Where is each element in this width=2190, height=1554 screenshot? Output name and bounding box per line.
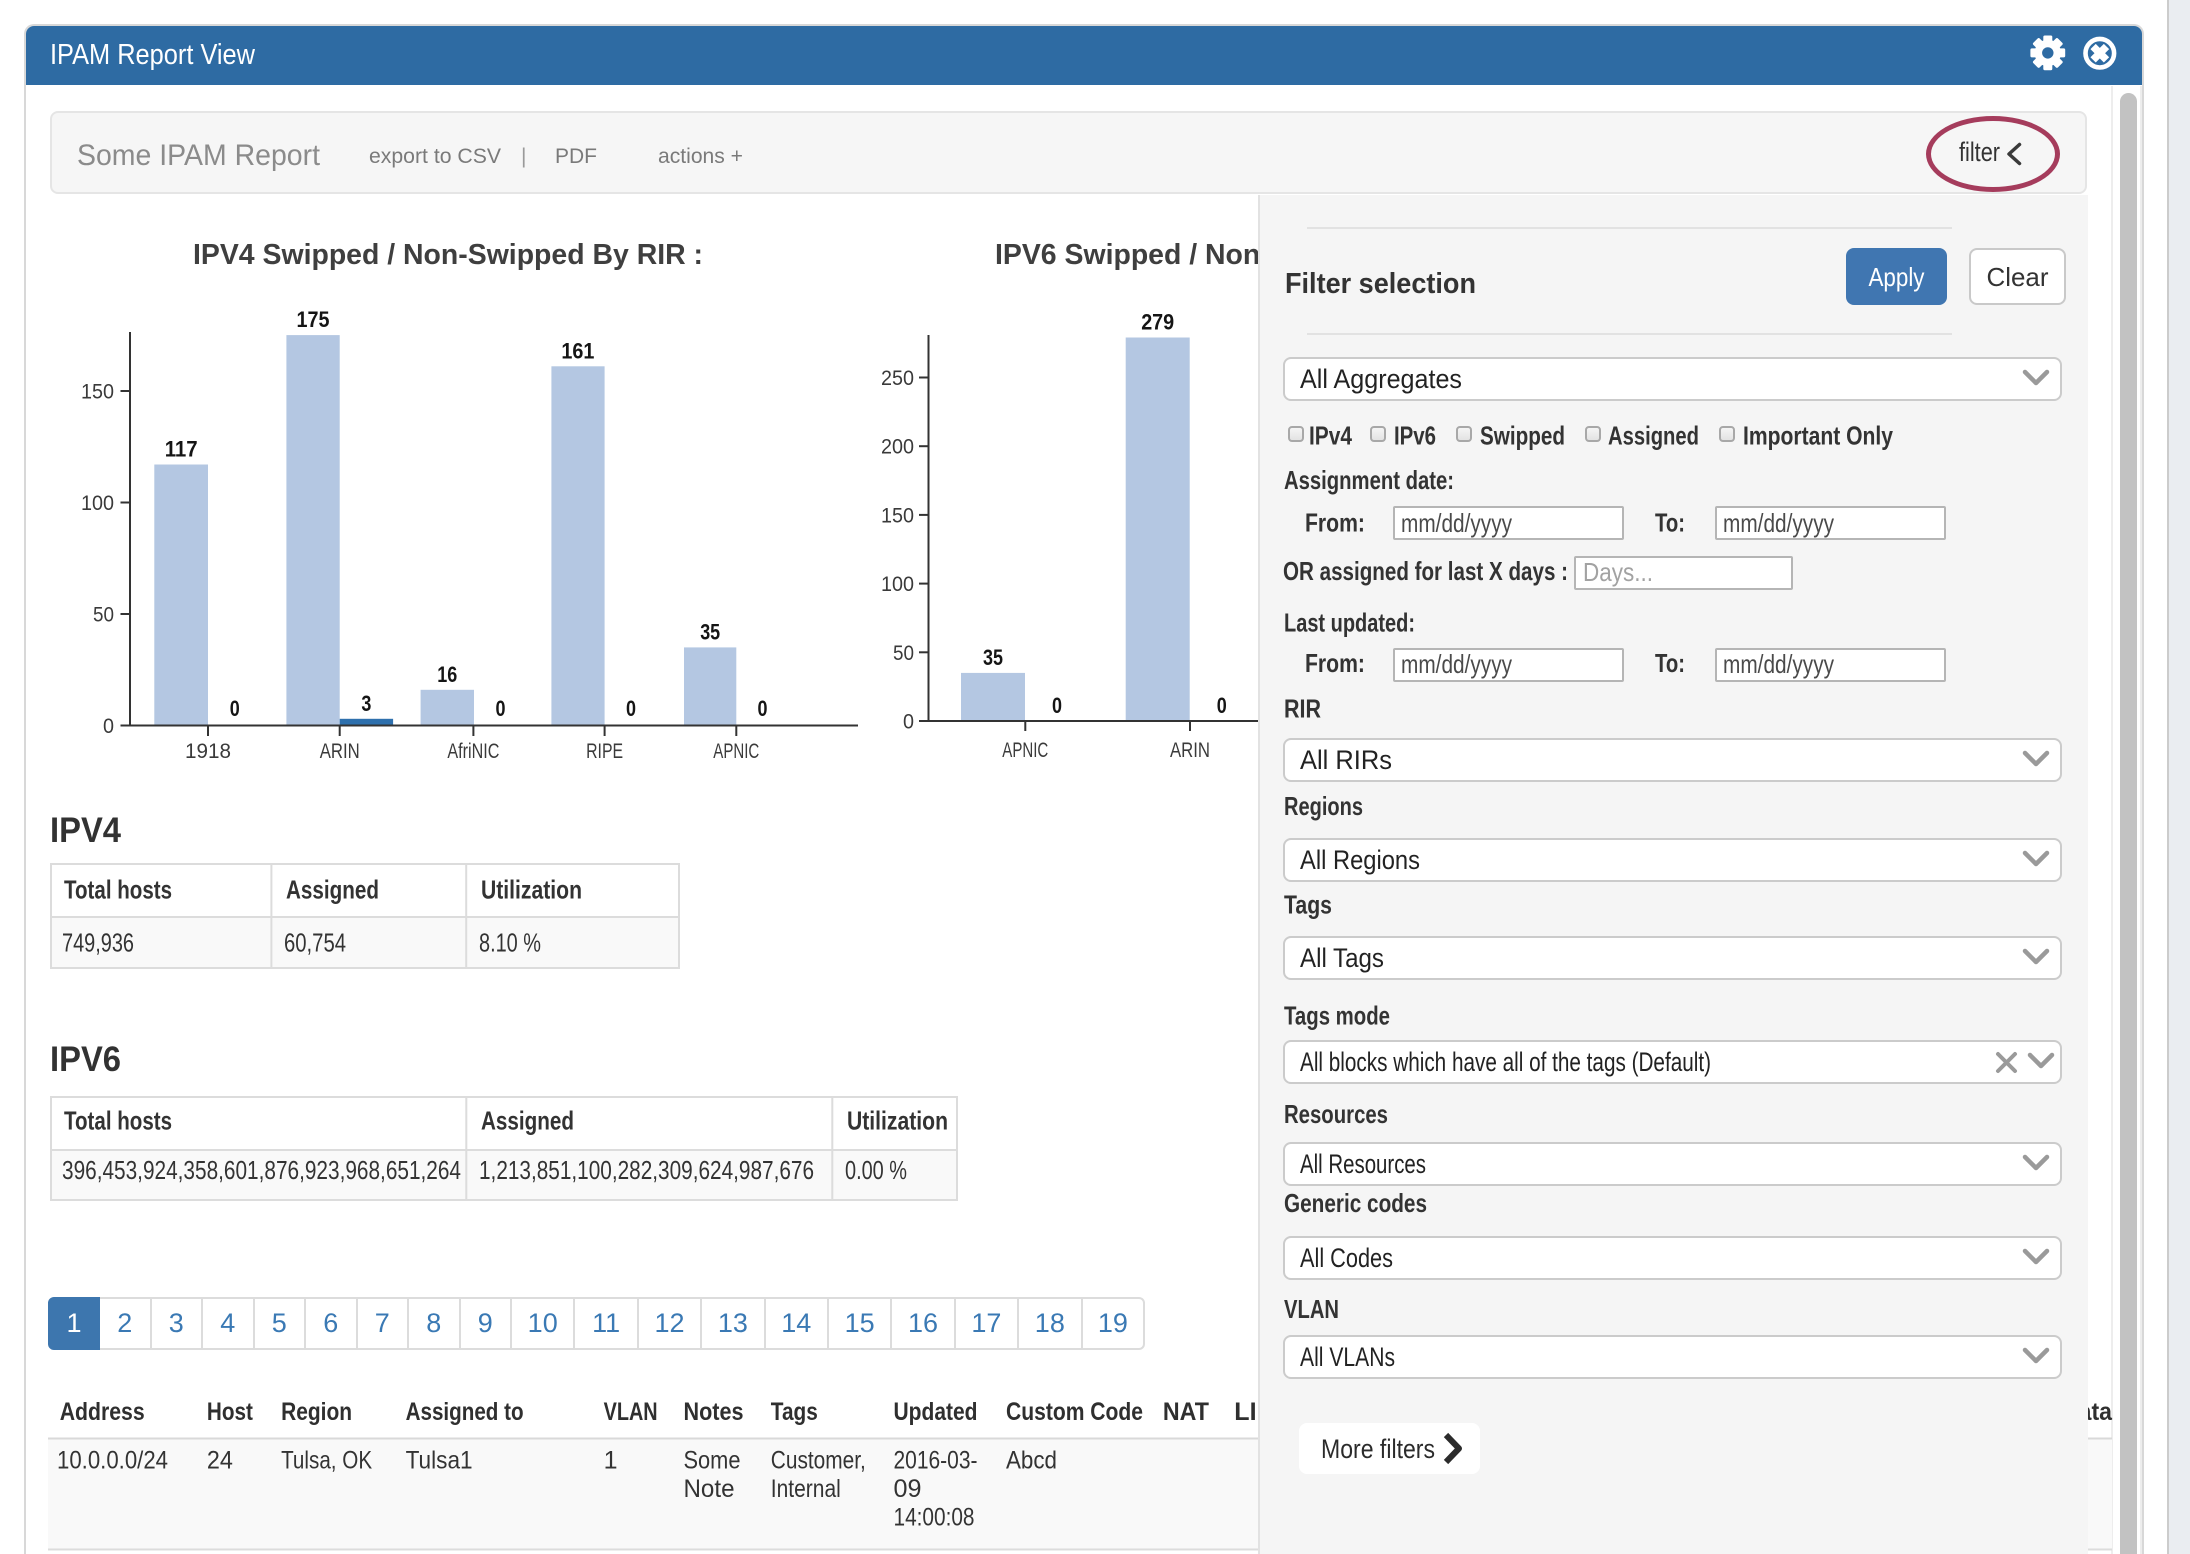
svg-text:mm/dd/yyyy: mm/dd/yyyy	[1723, 649, 1834, 679]
svg-text:Regions: Regions	[1284, 791, 1363, 821]
svg-text:Assignment date:: Assignment date:	[1284, 465, 1454, 495]
svg-text:More filters: More filters	[1321, 1434, 1435, 1464]
svg-text:Resources: Resources	[1284, 1099, 1388, 1129]
svg-text:OR assigned for last X days :: OR assigned for last X days :	[1283, 556, 1568, 586]
svg-text:To:: To:	[1655, 648, 1685, 678]
svg-text:All blocks which have all of t: All blocks which have all of the tags (D…	[1300, 1047, 1711, 1077]
svg-text:Tags: Tags	[1284, 890, 1332, 920]
svg-text:IPv6: IPv6	[1394, 421, 1436, 451]
svg-text:Days...: Days...	[1583, 557, 1653, 587]
svg-text:From:: From:	[1305, 508, 1365, 538]
svg-text:To:: To:	[1655, 508, 1685, 538]
svg-text:All Regions: All Regions	[1300, 845, 1420, 875]
svg-text:Generic codes: Generic codes	[1284, 1188, 1427, 1218]
svg-text:mm/dd/yyyy: mm/dd/yyyy	[1723, 508, 1834, 538]
svg-text:All VLANs: All VLANs	[1300, 1342, 1395, 1372]
svg-text:Assigned: Assigned	[1608, 421, 1699, 451]
svg-text:VLAN: VLAN	[1284, 1294, 1339, 1324]
svg-text:All Aggregates: All Aggregates	[1300, 364, 1462, 394]
svg-text:All Resources: All Resources	[1300, 1149, 1426, 1179]
svg-text:Apply: Apply	[1869, 262, 1925, 292]
svg-text:Last updated:: Last updated:	[1284, 608, 1415, 638]
svg-text:All Tags: All Tags	[1300, 943, 1384, 973]
svg-text:Tags mode: Tags mode	[1284, 1001, 1390, 1031]
svg-text:From:: From:	[1305, 648, 1365, 678]
svg-text:All RIRs: All RIRs	[1300, 745, 1392, 775]
svg-text:mm/dd/yyyy: mm/dd/yyyy	[1401, 508, 1512, 538]
svg-text:Filter selection: Filter selection	[1285, 268, 1476, 300]
svg-text:All Codes: All Codes	[1300, 1243, 1393, 1273]
svg-text:Clear: Clear	[1987, 262, 2049, 292]
svg-text:mm/dd/yyyy: mm/dd/yyyy	[1401, 649, 1512, 679]
svg-text:Important Only: Important Only	[1743, 421, 1893, 451]
svg-text:IPv4: IPv4	[1309, 421, 1352, 451]
svg-text:Swipped: Swipped	[1480, 421, 1565, 451]
svg-text:RIR: RIR	[1284, 694, 1321, 724]
